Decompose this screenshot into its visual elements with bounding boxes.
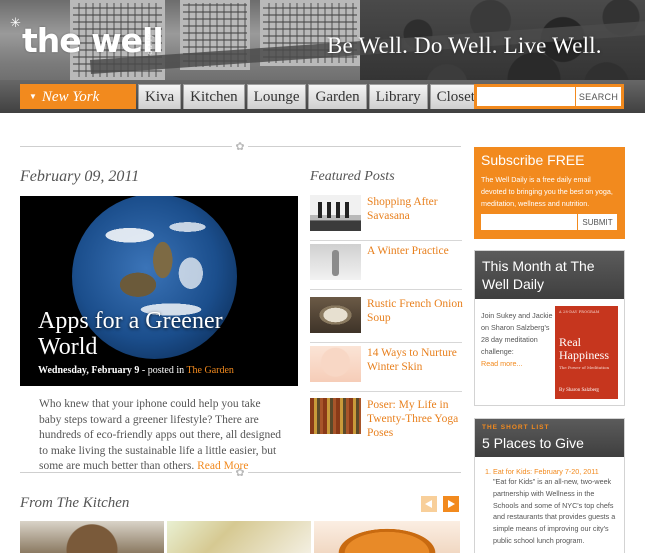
subscribe-box: Subscribe FREE The Well Daily is a free … [474,147,625,239]
featured-post-thumbnail[interactable] [310,297,361,333]
hero-post[interactable]: Apps for a Greener World Wednesday, Febr… [20,196,298,386]
site-logo-sub: daily [146,33,154,55]
featured-post[interactable]: 14 Ways to Nurture Winter Skin [310,346,462,392]
short-list-title: 5 Places to Give [482,435,584,451]
post-excerpt: Who knew that your iphone could help you… [39,397,284,475]
arrow-left-icon [425,500,432,508]
this-month-description: Join Sukey and Jackie on Sharon Salzberg… [481,311,553,356]
featured-post-title[interactable]: Shopping After Savasana [367,195,463,223]
nav-tab-garden[interactable]: Garden [308,84,367,109]
featured-post-title[interactable]: 14 Ways to Nurture Winter Skin [367,346,463,374]
book-cover-author: By Sharon Salzberg [559,388,599,393]
carousel-next-button[interactable] [443,496,459,512]
featured-post-title[interactable]: Poser: My Life in Twenty-Three Yoga Pose… [367,398,463,440]
search-input[interactable] [477,87,575,106]
kitchen-thumbnail[interactable] [314,521,460,553]
hero-title[interactable]: Apps for a Greener World [38,308,238,360]
this-month-box: This Month at The Well Daily Join Sukey … [474,250,625,406]
featured-post-thumbnail[interactable] [310,346,361,382]
kitchen-thumbnail[interactable] [167,521,311,553]
featured-post-thumbnail[interactable] [310,244,361,280]
hero-meta-date: Wednesday, February 9 [38,365,140,376]
short-list-body: Eat for Kids: February 7-20, 2011 "Eat f… [475,457,624,547]
featured-post-thumbnail[interactable] [310,195,361,231]
this-month-title: This Month at The Well Daily [475,251,624,299]
featured-post[interactable]: A Winter Practice [310,244,462,290]
carousel-prev-button[interactable] [421,496,437,512]
book-cover-title: Real Happiness [559,335,609,362]
featured-post-thumbnail[interactable] [310,398,361,434]
site-tagline: Be Well. Do Well. Live Well. [327,33,602,58]
this-month-read-more-link[interactable]: Read more... [481,359,523,368]
hero-meta: Wednesday, February 9 - posted in The Ga… [38,365,234,376]
featured-post[interactable]: Shopping After Savasana [310,195,462,241]
divider-flower-icon: ✿ [235,140,245,153]
short-list-header: THE SHORT LIST 5 Places to Give [475,419,624,457]
short-list-item-text: "Eat for Kids" is an all-new, two-week p… [493,477,616,545]
site-logo[interactable]: the well [22,24,164,57]
nav-tab-library[interactable]: Library [368,84,428,109]
short-list-item-link[interactable]: Eat for Kids: February 7-20, 2011 [485,467,616,476]
nav-tab-lounge[interactable]: Lounge [246,84,307,109]
book-cover-image[interactable]: A 28-DAY PROGRAM Real Happiness The Powe… [555,306,618,399]
subscribe-email-input[interactable] [481,214,577,230]
main-nav: Kiva Kitchen Lounge Garden Library Close… [138,84,484,109]
book-cover-subtitle: The Power of Meditation [559,365,610,370]
featured-post[interactable]: Rustic French Onion Soup [310,297,463,343]
kitchen-thumbnail[interactable] [20,521,164,553]
kitchen-section-title: From The Kitchen [20,495,130,511]
search-box: SEARCH [474,84,624,109]
nav-tab-kiva[interactable]: Kiva [138,84,182,109]
section-divider [248,146,461,147]
city-selector-label: New York [41,89,100,105]
hero-meta-posted: - posted in [139,365,187,376]
featured-posts-heading: Featured Posts [310,169,395,184]
hero-category-link[interactable]: The Garden [186,365,233,376]
logo-spark-icon: ✳ [10,16,21,31]
read-more-link[interactable]: Read More [197,460,248,472]
arrow-right-icon [448,500,455,508]
section-divider [20,146,232,147]
featured-post-title[interactable]: Rustic French Onion Soup [367,297,463,325]
nav-tab-kitchen[interactable]: Kitchen [183,84,245,109]
subscribe-text: The Well Daily is a free daily email dev… [481,175,613,208]
featured-post-title[interactable]: A Winter Practice [367,244,463,258]
search-button[interactable]: SEARCH [576,87,621,106]
featured-post[interactable]: Poser: My Life in Twenty-Three Yoga Pose… [310,398,462,444]
short-list-label: THE SHORT LIST [482,424,550,431]
subscribe-title: Subscribe FREE [481,152,585,168]
post-date: February 09, 2011 [20,168,140,185]
subscribe-submit-button[interactable]: SUBMIT [578,214,617,230]
book-cover-top: A 28-DAY PROGRAM [559,310,600,314]
short-list-box: THE SHORT LIST 5 Places to Give Eat for … [474,418,625,553]
this-month-text: Join Sukey and Jackie on Sharon Salzberg… [481,310,553,370]
city-selector[interactable]: ▼ New York [20,84,136,109]
chevron-down-icon: ▼ [29,92,37,101]
